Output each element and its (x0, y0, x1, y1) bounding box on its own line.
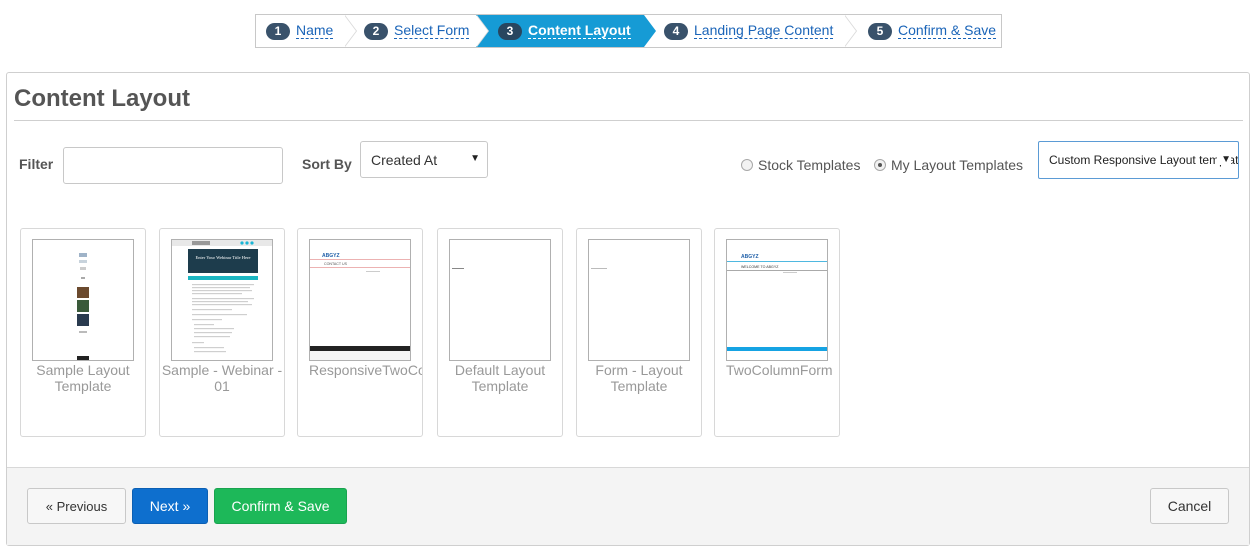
step-number: 2 (364, 22, 388, 40)
wizard-step-landing-page-content[interactable]: 4 Landing Page Content (644, 15, 857, 47)
radio-stock-templates[interactable]: Stock Templates (741, 157, 860, 173)
template-thumbnail[interactable]: ABGYZ WELCOME TO ABGYZ (726, 239, 828, 361)
next-button[interactable]: Next » (132, 488, 208, 524)
wizard-step-content-layout[interactable]: 3 Content Layout (476, 15, 656, 47)
step-number: 4 (664, 22, 688, 40)
radio-icon[interactable] (741, 159, 753, 171)
caret-down-icon: ▼ (470, 153, 480, 164)
template-name: Sample Layout Template (36, 362, 130, 394)
template-thumbnail[interactable] (449, 239, 551, 361)
thumb-heading: CONTACT US (324, 262, 348, 266)
template-card[interactable]: ABGYZ CONTACT US ResponsiveTwoColumn (297, 228, 423, 437)
sort-by-label: Sort By (302, 156, 352, 172)
step-label[interactable]: Name (296, 23, 334, 39)
sort-by-value: Created At (371, 152, 438, 168)
step-number: 3 (498, 22, 522, 40)
template-name: ResponsiveTwoColumn (309, 362, 422, 378)
wizard-footer: « Previous Next » Confirm & Save Cancel (7, 467, 1249, 545)
template-thumbnail[interactable]: Enter Your Webinar Title Here (171, 239, 273, 361)
template-name: TwoColumnForm (726, 362, 833, 378)
wizard-steps: 1 Name 2 Select Form 3 Content Layout 4 … (255, 14, 1002, 48)
step-label[interactable]: Select Form (394, 23, 470, 39)
template-thumbnail[interactable] (588, 239, 690, 361)
template-card[interactable]: ABGYZ WELCOME TO ABGYZ TwoColumnForm (714, 228, 840, 437)
caret-down-icon: ▼ (1217, 154, 1231, 165)
wizard-step-confirm-save[interactable]: 5 Confirm & Save (844, 15, 1001, 47)
template-card[interactable]: Form - Layout Template (576, 228, 702, 437)
template-category-value: Custom Responsive Layout templates (1049, 153, 1239, 167)
wizard-step-name[interactable]: 1 Name (256, 15, 357, 47)
step-number: 5 (868, 22, 892, 40)
step-label[interactable]: Content Layout (528, 23, 631, 39)
template-name: Default Layout Template (454, 362, 546, 394)
thumb-heading: Enter Your Webinar Title Here (196, 255, 251, 260)
template-card[interactable]: Sample Layout Template (20, 228, 146, 437)
sort-by-select[interactable]: Created At ▼ (360, 141, 488, 178)
thumb-heading: WELCOME TO ABGYZ (741, 265, 779, 269)
radio-label: Stock Templates (758, 157, 861, 173)
wizard-step-select-form[interactable]: 2 Select Form (344, 15, 489, 47)
cancel-button[interactable]: Cancel (1150, 488, 1229, 524)
template-name: Form - Layout Template (595, 362, 683, 394)
template-thumbnail[interactable]: ABGYZ CONTACT US (309, 239, 411, 361)
template-card[interactable]: Enter Your Webinar Title Here Sample - W… (159, 228, 285, 437)
content-layout-panel: Content Layout Filter Sort By Created At… (6, 72, 1250, 546)
step-label[interactable]: Landing Page Content (694, 23, 834, 39)
page-title: Content Layout (14, 85, 190, 112)
step-label[interactable]: Confirm & Save (898, 23, 997, 39)
template-thumbnail[interactable] (32, 239, 134, 361)
template-name: Sample - Webinar - 01 (161, 362, 283, 394)
thumb-logo: ABGYZ (741, 254, 759, 260)
radio-label: My Layout Templates (891, 157, 1024, 173)
template-card[interactable]: Default Layout Template (437, 228, 563, 437)
previous-button[interactable]: « Previous (27, 488, 126, 524)
radio-my-layout-templates[interactable]: My Layout Templates (874, 157, 1023, 173)
template-category-select[interactable]: Custom Responsive Layout templates ▼ (1038, 141, 1239, 179)
thumb-logo: ABGYZ (322, 253, 340, 259)
step-number: 1 (266, 22, 290, 40)
filter-input[interactable] (63, 147, 283, 184)
confirm-save-button[interactable]: Confirm & Save (214, 488, 347, 524)
radio-selected-icon[interactable] (874, 159, 886, 171)
filter-label: Filter (19, 156, 54, 172)
title-divider (14, 120, 1243, 121)
